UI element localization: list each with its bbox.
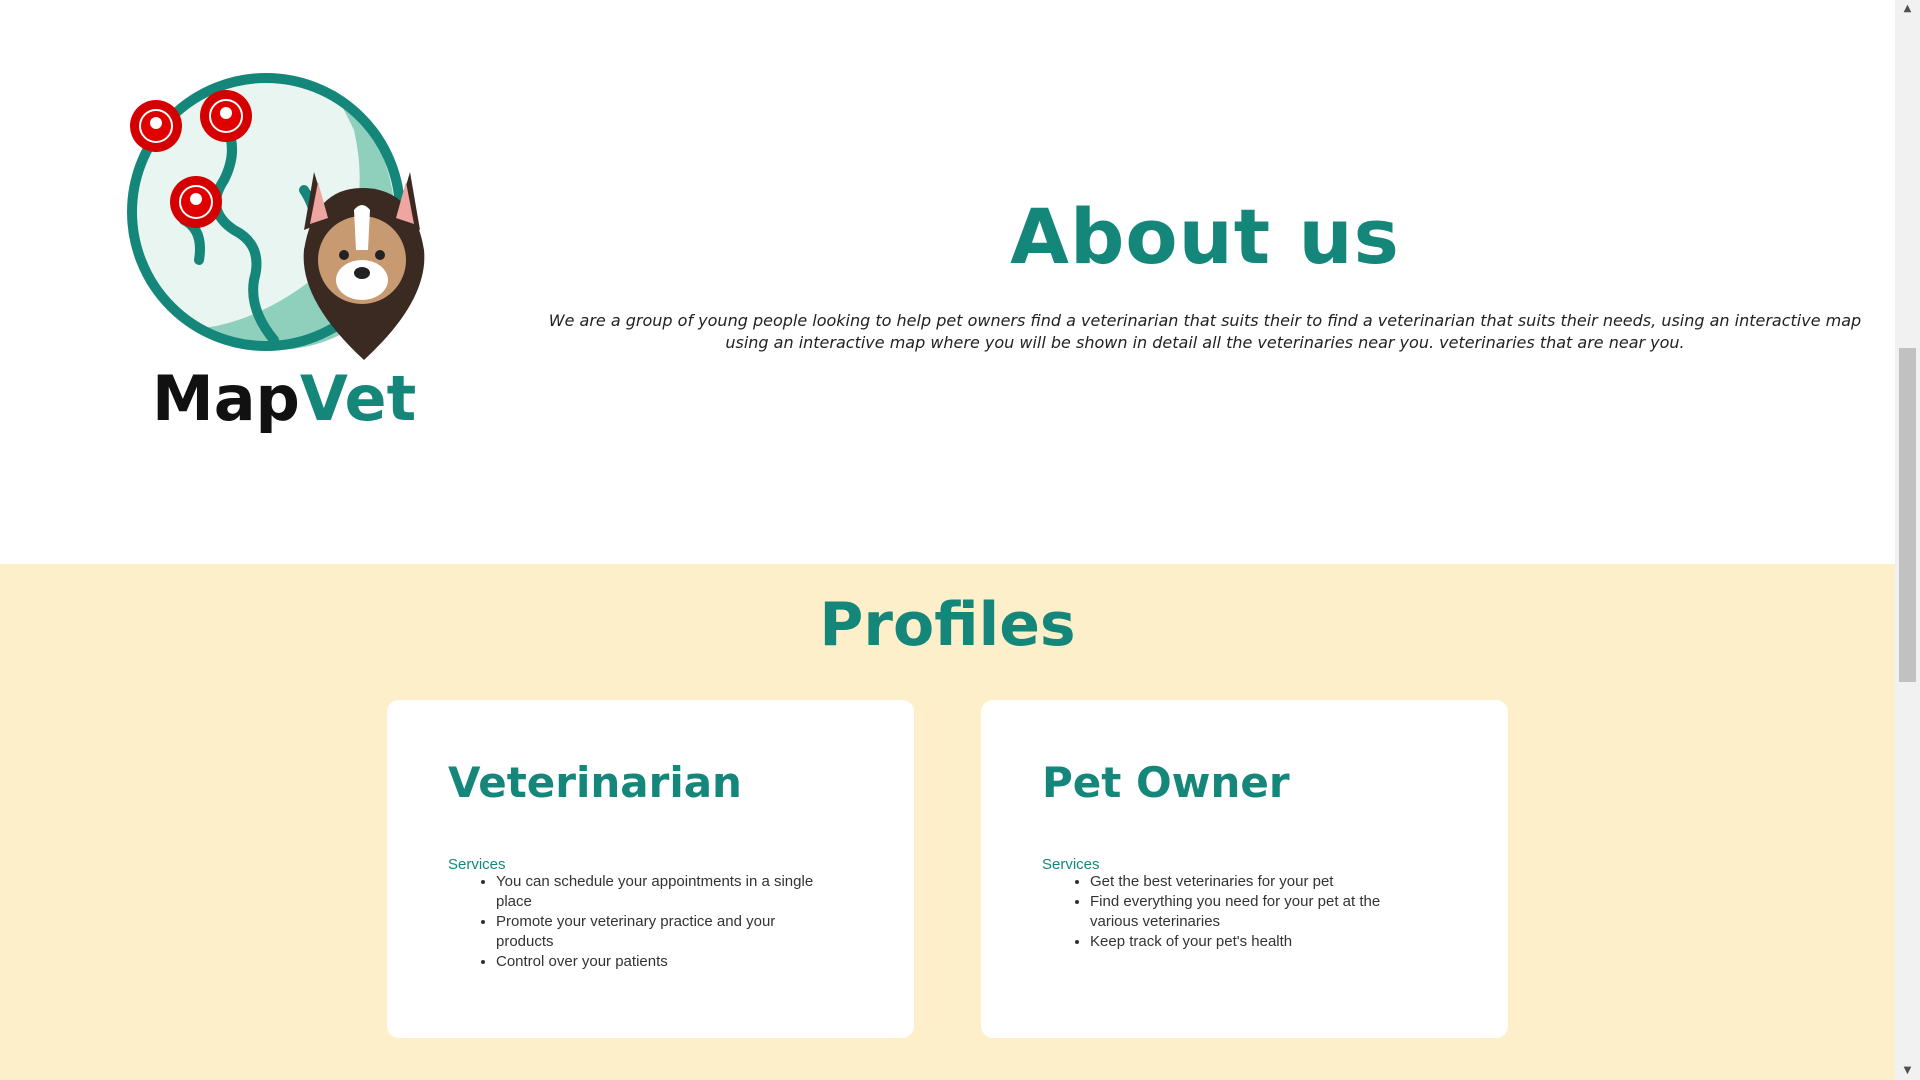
list-item: Control over your patients	[496, 952, 836, 972]
services-label: Services	[1042, 856, 1100, 873]
veterinarian-card: Veterinarian Services You can schedule y…	[387, 700, 914, 1038]
logo-word-map: Map	[152, 362, 300, 435]
card-title: Pet Owner	[1042, 758, 1290, 807]
vertical-scrollbar[interactable]: ▲ ▼	[1895, 0, 1920, 1080]
mapvet-logo: MapVet	[127, 73, 425, 435]
services-list: Get the best veterinaries for your pet F…	[1042, 872, 1430, 952]
map-pin-icon	[170, 176, 222, 228]
list-item: You can schedule your appointments in a …	[496, 872, 836, 912]
profiles-title: Profiles	[819, 590, 1076, 660]
card-title: Veterinarian	[448, 758, 742, 807]
list-item: Find everything you need for your pet at…	[1090, 892, 1430, 932]
svg-text:MapVet: MapVet	[152, 362, 416, 435]
list-item: Keep track of your pet's health	[1090, 932, 1430, 952]
list-item: Promote your veterinary practice and you…	[496, 912, 836, 952]
pet-owner-card: Pet Owner Services Get the best veterina…	[981, 700, 1508, 1038]
about-description: We are a group of young people looking t…	[548, 311, 1862, 352]
profiles-section: Profiles Veterinarian Services You can s…	[0, 564, 1895, 1080]
list-item: Get the best veterinaries for your pet	[1090, 872, 1430, 892]
logo-word-vet: Vet	[300, 362, 416, 435]
scroll-down-icon[interactable]: ▼	[1895, 1062, 1920, 1080]
page: MapVet About us We are a group of young …	[0, 0, 1895, 1080]
services-list: You can schedule your appointments in a …	[448, 872, 836, 972]
map-pin-icon	[130, 100, 182, 152]
map-pin-icon	[200, 90, 252, 142]
about-title: About us	[1010, 192, 1400, 281]
scrollbar-thumb[interactable]	[1899, 348, 1916, 682]
about-section: MapVet About us We are a group of young …	[0, 0, 1895, 564]
scroll-up-icon[interactable]: ▲	[1895, 0, 1920, 18]
services-label: Services	[448, 856, 506, 873]
